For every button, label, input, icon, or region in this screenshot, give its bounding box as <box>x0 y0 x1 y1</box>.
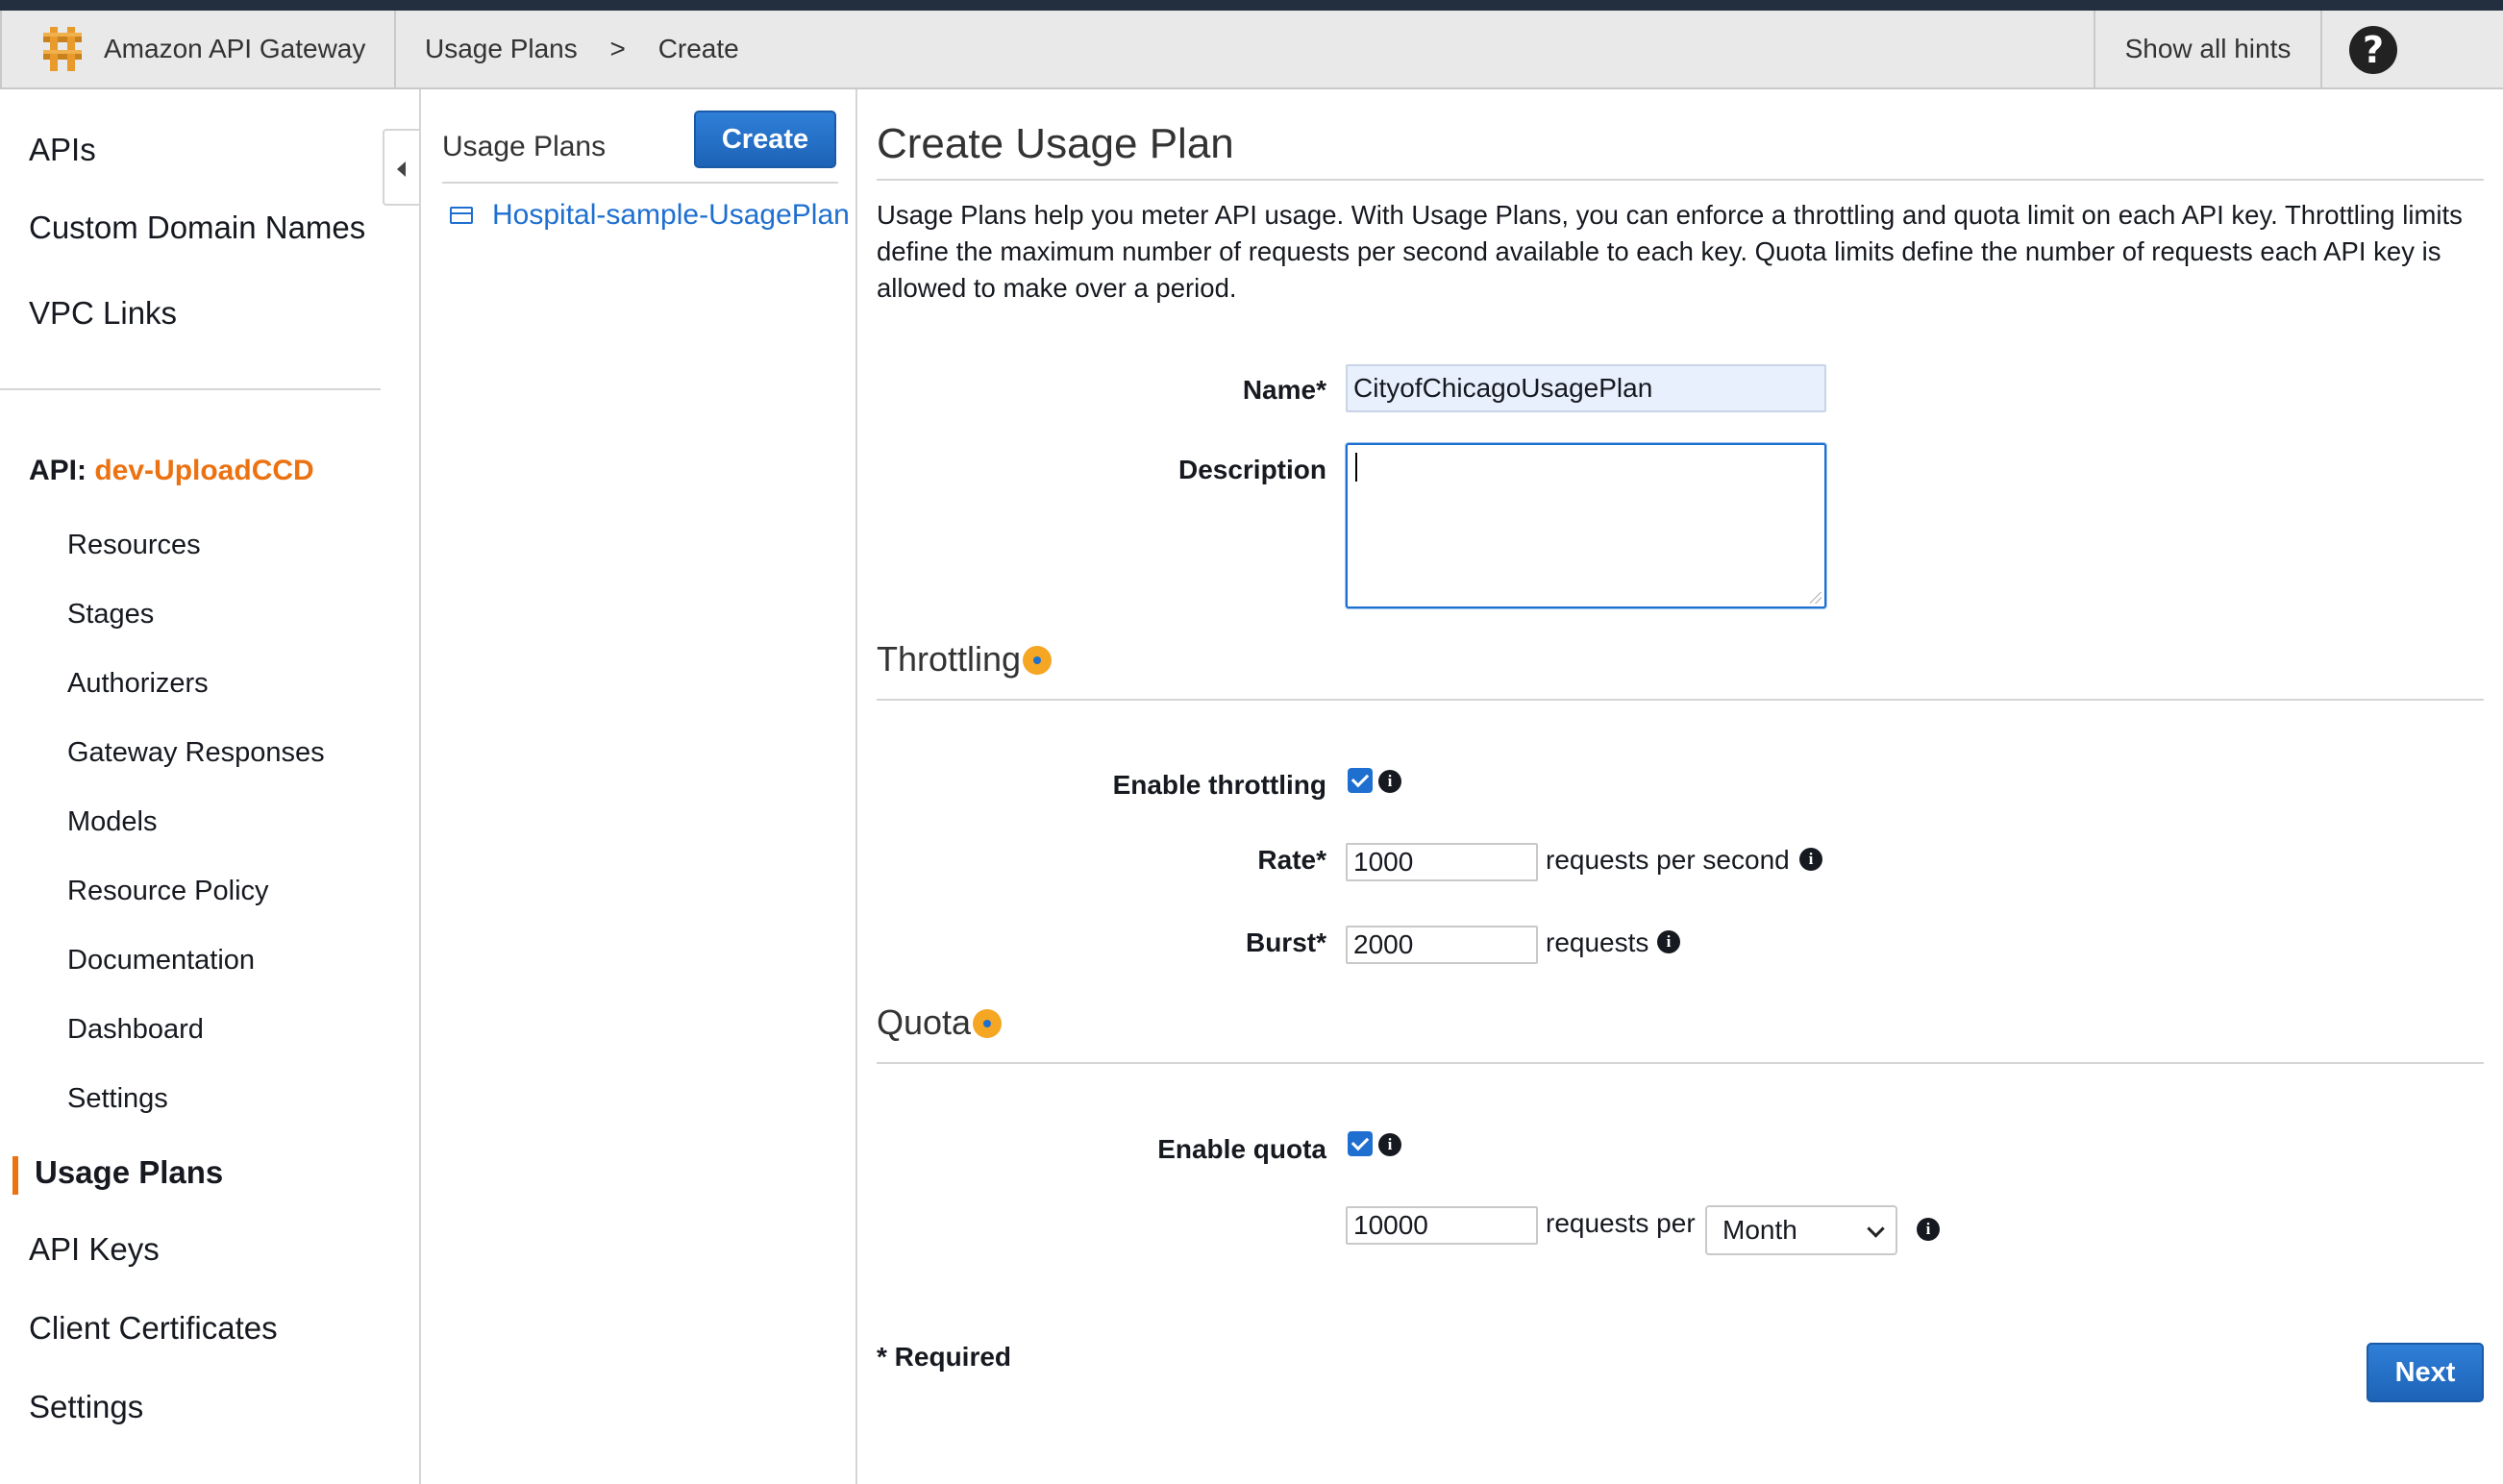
sidebar-item-stages[interactable]: Stages <box>67 599 154 631</box>
sidebar-item-gateway-responses[interactable]: Gateway Responses <box>67 737 325 769</box>
sidebar-item-custom-domain-names[interactable]: Custom Domain Names <box>29 210 365 246</box>
burst-unit: requests <box>1546 928 1649 957</box>
throttling-divider <box>877 699 2484 701</box>
show-all-hints-button[interactable]: Show all hints <box>2094 11 2322 87</box>
enable-throttling-checkbox[interactable] <box>1348 768 1373 793</box>
required-note: * Required <box>877 1342 1012 1372</box>
info-icon[interactable]: i <box>1657 930 1680 953</box>
sidebar-item-settings[interactable]: Settings <box>29 1389 143 1425</box>
intro-text: Usage Plans help you meter API usage. Wi… <box>877 200 2463 303</box>
chevron-down-icon <box>1867 1220 1885 1238</box>
sidebar-item-resource-policy[interactable]: Resource Policy <box>67 876 269 907</box>
usage-plans-panel: Usage Plans Create Hospital-sample-Usage… <box>419 89 857 1484</box>
sidebar-item-models[interactable]: Models <box>67 806 158 838</box>
sidebar-item-authorizers[interactable]: Authorizers <box>67 668 209 700</box>
create-button[interactable]: Create <box>694 111 836 168</box>
quota-title: Quota <box>877 1002 972 1042</box>
throttling-section-title: Throttling <box>877 639 1053 680</box>
throttling-title: Throttling <box>877 639 1022 679</box>
sidebar-item-vpc-links[interactable]: VPC Links <box>29 295 177 332</box>
usage-plans-panel-title: Usage Plans <box>442 131 607 162</box>
quota-divider <box>877 1062 2484 1064</box>
sidebar-item-client-certificates[interactable]: Client Certificates <box>29 1310 278 1347</box>
rate-label: Rate* <box>1257 845 1326 875</box>
resize-handle[interactable] <box>1810 592 1821 604</box>
breadcrumb-create: Create <box>657 34 739 63</box>
panel-divider <box>442 182 838 184</box>
sidebar-item-resources[interactable]: Resources <box>67 530 201 561</box>
info-icon[interactable]: i <box>1799 848 1822 871</box>
active-indicator <box>12 1156 18 1195</box>
text-caret <box>1355 453 1357 482</box>
sidebar-item-api-settings[interactable]: Settings <box>67 1083 168 1115</box>
quota-unit: requests per <box>1546 1208 1696 1238</box>
next-button[interactable]: Next <box>2367 1343 2484 1402</box>
quota-input[interactable]: 10000 <box>1346 1206 1538 1245</box>
quota-section-title: Quota <box>877 1002 1003 1043</box>
service-home-link[interactable]: Amazon API Gateway <box>0 11 396 87</box>
quota-period-select[interactable]: Month <box>1705 1205 1897 1255</box>
page-title: Create Usage Plan <box>877 120 1234 167</box>
title-divider <box>877 179 2484 181</box>
info-icon[interactable]: i <box>1378 770 1401 793</box>
main-content: Create Usage Plan Usage Plans help you m… <box>877 89 2491 1484</box>
enable-quota-checkbox[interactable] <box>1348 1131 1373 1156</box>
enable-quota-label: Enable quota <box>1157 1134 1326 1164</box>
breadcrumb-usage-plans[interactable]: Usage Plans <box>425 34 578 63</box>
api-name-link[interactable]: dev-UploadCCD <box>94 455 313 486</box>
info-icon[interactable]: i <box>1917 1218 1940 1241</box>
sidebar-item-api-keys[interactable]: API Keys <box>29 1231 160 1268</box>
amazon-api-gateway-logo <box>43 27 82 71</box>
help-icon[interactable]: ? <box>2349 26 2397 74</box>
hint-dot-icon[interactable] <box>1023 646 1053 675</box>
enable-throttling-label: Enable throttling <box>1112 770 1326 800</box>
sidebar-divider <box>0 388 381 390</box>
usage-plan-name[interactable]: Hospital-sample-UsagePlan <box>492 199 850 232</box>
breadcrumb-separator: > <box>609 34 626 63</box>
name-label: Name* <box>1242 375 1326 405</box>
rate-input[interactable]: 1000 <box>1346 843 1538 881</box>
quota-period-value: Month <box>1722 1215 1797 1245</box>
sidebar: APIs Custom Domain Names VPC Links API: … <box>0 89 384 1484</box>
breadcrumb: Usage Plans > Create <box>425 34 764 64</box>
api-context-label: API: dev-UploadCCD <box>29 455 314 487</box>
info-icon[interactable]: i <box>1378 1133 1401 1156</box>
top-bar: Amazon API Gateway Usage Plans > Create … <box>0 11 2503 89</box>
usage-plan-icon <box>450 207 473 224</box>
sidebar-item-usage-plans[interactable]: Usage Plans <box>35 1154 223 1191</box>
burst-input[interactable]: 2000 <box>1346 926 1538 964</box>
sidebar-item-dashboard[interactable]: Dashboard <box>67 1014 204 1046</box>
name-field[interactable]: CityofChicagoUsagePlan <box>1346 364 1826 412</box>
top-strip <box>0 0 2503 11</box>
description-label: Description <box>1177 455 1326 484</box>
rate-unit: requests per second <box>1546 845 1790 875</box>
description-field[interactable] <box>1346 443 1826 608</box>
sidebar-item-documentation[interactable]: Documentation <box>67 945 255 977</box>
api-prefix: API: <box>29 455 87 486</box>
sidebar-item-apis[interactable]: APIs <box>29 132 96 168</box>
brand-name: Amazon API Gateway <box>104 34 366 63</box>
collapse-arrow-icon[interactable] <box>383 129 419 206</box>
burst-label: Burst* <box>1245 928 1326 957</box>
hint-dot-icon[interactable] <box>973 1009 1003 1038</box>
